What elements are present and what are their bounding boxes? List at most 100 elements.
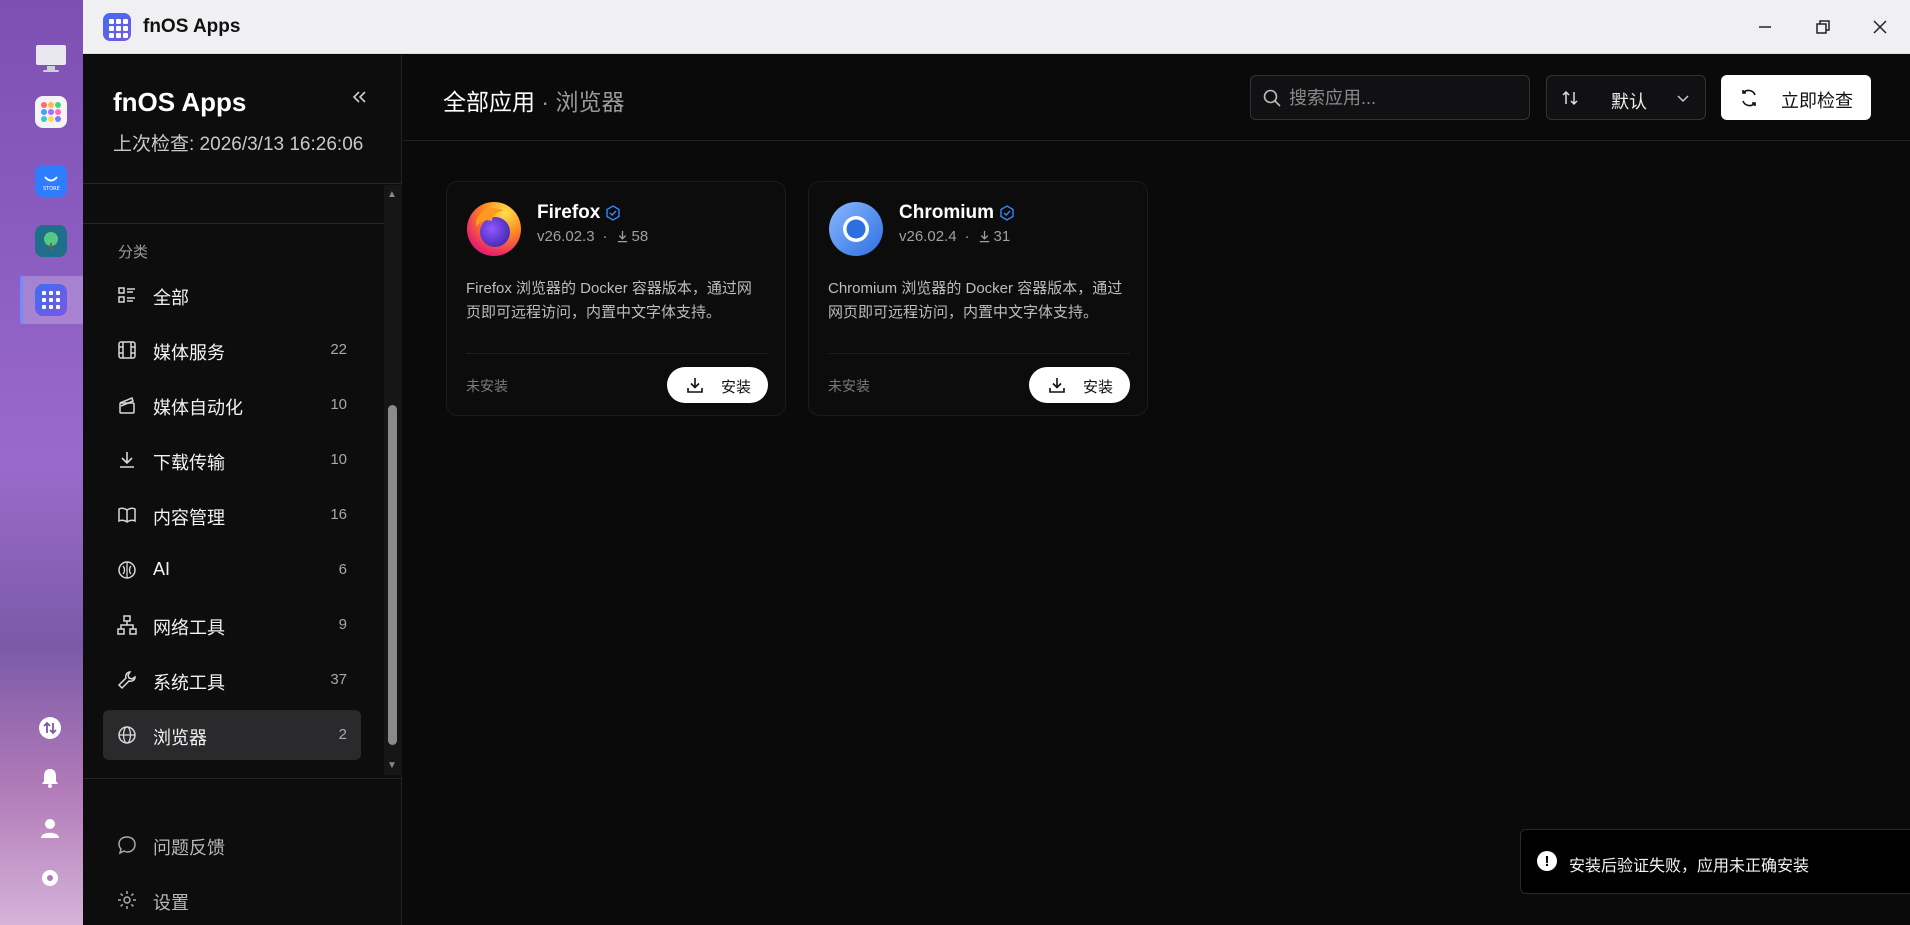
- sidebar-item-all[interactable]: 全部: [103, 270, 361, 320]
- settings-label: 设置: [153, 893, 189, 913]
- transfer-icon[interactable]: [37, 715, 63, 741]
- minimize-button[interactable]: [1750, 12, 1780, 42]
- check-now-button[interactable]: 立即检查: [1721, 75, 1871, 120]
- breadcrumb: 全部应用 · 浏览器: [443, 83, 624, 117]
- clapperboard-icon: [119, 396, 135, 414]
- app-card-firefox[interactable]: Firefox v26.02.3 · 58 Firefox 浏览器的 Docke…: [446, 181, 786, 416]
- store-icon[interactable]: STORE: [35, 165, 67, 197]
- scroll-up-icon[interactable]: ▲: [387, 189, 397, 200]
- system-settings-icon[interactable]: [37, 865, 63, 891]
- app-window: fnOS Apps fnOS Apps 上次检查: 2026/3/13 16:2…: [83, 0, 1910, 925]
- sidebar-item-network[interactable]: 网络工具 9: [103, 600, 361, 650]
- sidebar-brand: fnOS Apps: [113, 87, 247, 117]
- message-icon: [118, 836, 136, 855]
- card-divider: [828, 353, 1130, 354]
- list-icon: [118, 287, 135, 303]
- sort-icon: [1562, 90, 1578, 106]
- sidebar-item-count: 10: [330, 451, 347, 468]
- verified-icon: [606, 205, 620, 221]
- user-icon[interactable]: [37, 815, 63, 841]
- sidebar-item-count: 6: [338, 561, 347, 578]
- sidebar-item-count: 22: [330, 341, 347, 358]
- download-count-icon: [617, 230, 627, 243]
- sidebar-item-browser[interactable]: 浏览器 2: [103, 710, 361, 760]
- sidebar-item-count: 9: [338, 616, 347, 633]
- divider: [83, 183, 402, 184]
- sidebar-item-label: AI: [153, 559, 171, 579]
- sidebar-scrollbar[interactable]: ▲ ▼: [384, 185, 402, 775]
- search-box[interactable]: [1250, 75, 1530, 120]
- feedback-link[interactable]: 问题反馈: [103, 825, 361, 865]
- divider: [83, 778, 402, 779]
- scroll-down-icon[interactable]: ▼: [387, 760, 397, 771]
- sidebar-item-count: 2: [338, 726, 347, 743]
- install-status: 未安装: [828, 378, 870, 394]
- desktop-icon[interactable]: [35, 42, 67, 74]
- app-downloads: 58: [631, 228, 649, 245]
- chevron-down-icon: [1677, 95, 1689, 103]
- firefox-logo-icon: [467, 202, 521, 256]
- sort-dropdown[interactable]: 默认: [1546, 75, 1706, 120]
- scrollbar-thumb[interactable]: [388, 405, 397, 745]
- app-name: Chromium: [899, 202, 994, 223]
- app-meta: v26.02.4 · 31: [899, 228, 1010, 245]
- main-content: 全部应用 · 浏览器 默认 立即检查 Firefox: [403, 55, 1910, 925]
- verified-icon: [1000, 205, 1014, 221]
- title-bar: fnOS Apps: [83, 0, 1910, 54]
- card-divider: [466, 353, 768, 354]
- book-icon: [118, 507, 136, 523]
- sidebar: fnOS Apps 上次检查: 2026/3/13 16:26:06 分类 全部…: [83, 55, 402, 925]
- sidebar-item-label: 网络工具: [153, 618, 225, 638]
- sidebar-item-media-service[interactable]: 媒体服务 22: [103, 325, 361, 375]
- sidebar-item-label: 全部: [153, 288, 189, 308]
- sidebar-item-ai[interactable]: AI 6: [103, 545, 361, 595]
- install-status: 未安装: [466, 378, 508, 394]
- header-divider: [403, 140, 1910, 141]
- sidebar-item-count: 37: [330, 671, 347, 688]
- search-input[interactable]: [1289, 84, 1519, 112]
- chromium-logo-icon: [829, 202, 883, 256]
- fnos-apps-icon: [103, 13, 131, 41]
- sidebar-item-media-automation[interactable]: 媒体自动化 10: [103, 380, 361, 430]
- alert-icon: !: [1537, 851, 1557, 871]
- breadcrumb-root[interactable]: 全部应用: [443, 89, 535, 115]
- sidebar-item-label: 浏览器: [153, 728, 207, 748]
- search-icon: [1263, 89, 1281, 107]
- sidebar-item-label: 媒体自动化: [153, 398, 243, 418]
- collapse-sidebar-icon[interactable]: [351, 85, 367, 111]
- download-icon: [687, 378, 703, 393]
- sidebar-item-label: 内容管理: [153, 508, 225, 528]
- sidebar-item-label: 媒体服务: [153, 343, 225, 363]
- fnos-apps-icon[interactable]: [35, 284, 67, 316]
- check-now-label: 立即检查: [1781, 91, 1853, 111]
- maximize-button[interactable]: [1808, 12, 1838, 42]
- bell-icon[interactable]: [37, 765, 63, 791]
- gear-icon: [118, 891, 136, 909]
- settings-link[interactable]: 设置: [103, 880, 361, 920]
- download-count-icon: [979, 230, 989, 243]
- tree-app-icon[interactable]: [35, 225, 67, 257]
- breadcrumb-current: · 浏览器: [541, 89, 625, 115]
- category-section-label: 分类: [118, 244, 149, 261]
- app-center-icon[interactable]: [35, 96, 67, 128]
- sidebar-item-system[interactable]: 系统工具 37: [103, 655, 361, 705]
- app-version: v26.02.4: [899, 228, 957, 245]
- error-toast: ! 安装后验证失败，应用未正确安装: [1520, 829, 1910, 894]
- app-description: Chromium 浏览器的 Docker 容器版本，通过网页即可远程访问，内置中…: [828, 280, 1123, 321]
- sidebar-item-download[interactable]: 下载传输 10: [103, 435, 361, 485]
- film-icon: [118, 341, 136, 359]
- app-card-chromium[interactable]: Chromium v26.02.4 · 31 Chromium 浏览器的 Doc…: [808, 181, 1148, 416]
- meta-separator: ·: [964, 228, 970, 245]
- download-icon: [120, 452, 134, 468]
- os-dock: STORE: [0, 0, 83, 925]
- download-icon: [1049, 378, 1065, 393]
- window-title: fnOS Apps: [143, 16, 241, 37]
- install-button[interactable]: 安装: [1029, 367, 1130, 403]
- sidebar-item-content[interactable]: 内容管理 16: [103, 490, 361, 540]
- install-button[interactable]: 安装: [667, 367, 768, 403]
- close-button[interactable]: [1865, 12, 1895, 42]
- divider: [83, 223, 402, 224]
- app-downloads: 31: [993, 228, 1011, 245]
- brain-icon: [118, 561, 136, 579]
- meta-separator: ·: [602, 228, 608, 245]
